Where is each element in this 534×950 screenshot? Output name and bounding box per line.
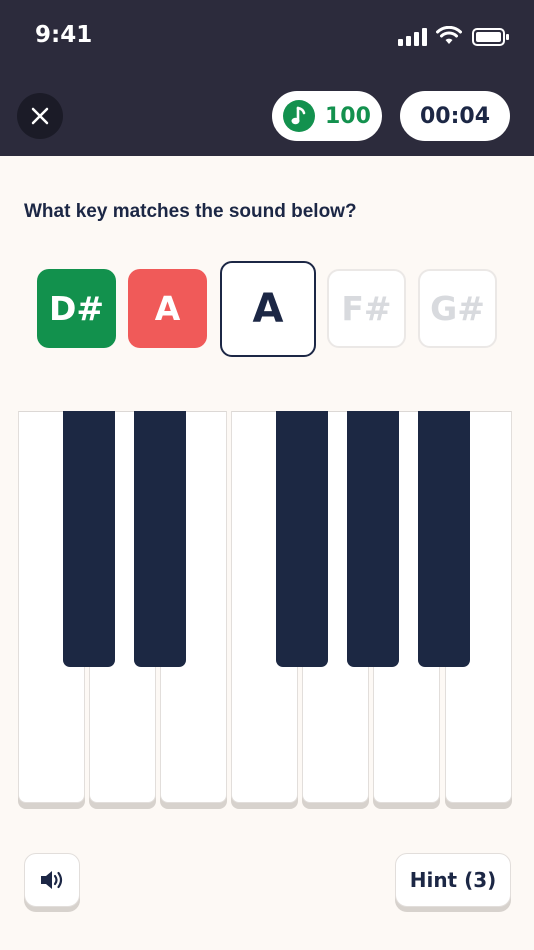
battery-icon: [472, 28, 509, 46]
score-badge: 100: [272, 91, 382, 141]
answer-slot-1: D#: [37, 269, 116, 348]
black-key-4[interactable]: [347, 411, 399, 667]
question-text: What key matches the sound below?: [24, 201, 357, 222]
black-key-2[interactable]: [134, 411, 186, 667]
close-icon: [31, 107, 49, 125]
play-sound-button[interactable]: [24, 853, 80, 907]
speaker-icon: [41, 871, 63, 889]
answer-slot-4: F#: [327, 269, 406, 348]
answer-slot-2: A: [128, 269, 207, 348]
wifi-icon: [436, 26, 462, 44]
hint-button[interactable]: Hint (3): [395, 853, 511, 907]
black-key-1[interactable]: [63, 411, 115, 667]
piano-keyboard: [18, 411, 514, 806]
black-key-3[interactable]: [276, 411, 328, 667]
top-bar: 9:41 100 00:04: [0, 0, 534, 156]
timer: 00:04: [400, 91, 510, 141]
score-value: 100: [325, 103, 371, 129]
black-key-5[interactable]: [418, 411, 470, 667]
answer-slot-current: A: [220, 261, 316, 357]
signal-icon: [398, 28, 427, 46]
status-time: 9:41: [35, 22, 93, 48]
answer-slot-5: G#: [418, 269, 497, 348]
music-note-icon: [283, 100, 315, 132]
close-button[interactable]: [17, 93, 63, 139]
